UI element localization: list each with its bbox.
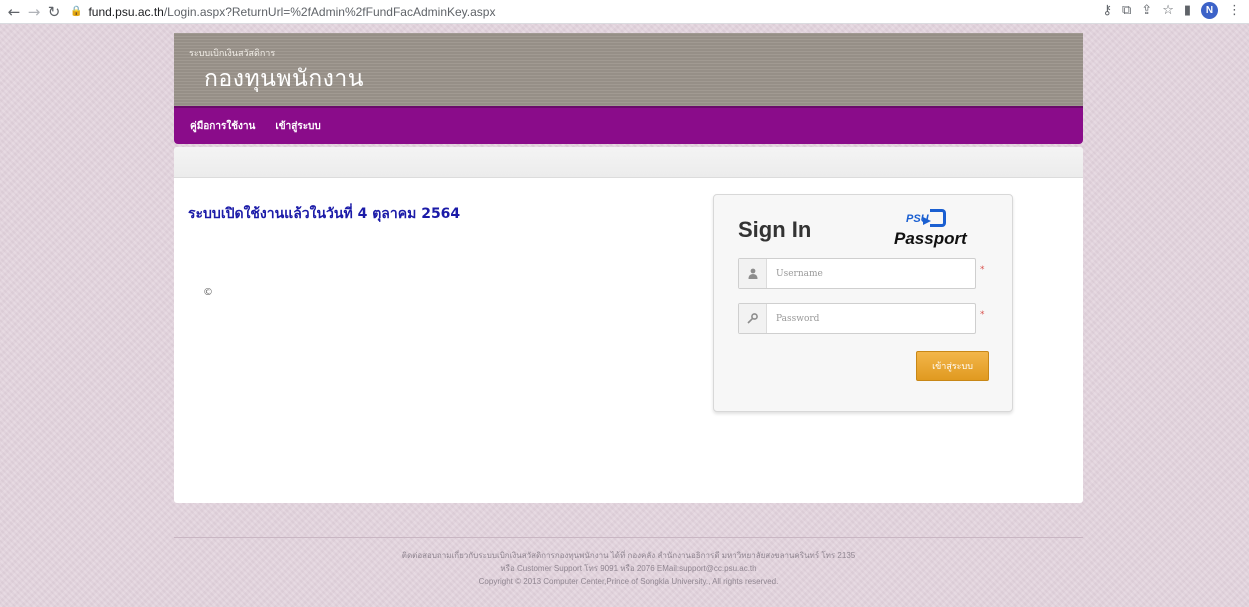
address-bar[interactable]: 🔒 fund.psu.ac.th/Login.aspx?ReturnUrl=%2…	[70, 2, 970, 22]
login-button[interactable]: เข้าสู่ระบบ	[916, 351, 989, 381]
password-input[interactable]	[767, 304, 975, 333]
password-field	[738, 303, 976, 334]
menu-item-manual[interactable]: คู่มือการใช้งาน	[190, 119, 255, 134]
copyright-symbol: ©	[203, 287, 213, 298]
sidepanel-icon[interactable]: ▮	[1184, 3, 1191, 18]
password-required-mark: *	[980, 310, 985, 320]
site-header: ระบบเบิกเงินสวัสดิการ กองทุนพนักงาน	[174, 33, 1083, 106]
more-vert-icon[interactable]: ⋮	[1228, 3, 1241, 18]
main-menu: คู่มือการใช้งาน เข้าสู่ระบบ	[174, 106, 1083, 144]
key-icon[interactable]: ⚷	[1102, 3, 1112, 18]
psu-passport-logo: PSU Passport	[892, 209, 976, 249]
share-icon[interactable]: ⇪	[1141, 3, 1152, 18]
url-path: /Login.aspx?ReturnUrl=%2fAdmin%2fFundFac…	[163, 4, 496, 19]
key-icon	[739, 304, 767, 333]
footer-copyright-line: Copyright © 2013 Computer Center,Prince …	[478, 577, 779, 586]
username-field	[738, 258, 976, 289]
browser-toolbar: ← → ↻ 🔒 fund.psu.ac.th/Login.aspx?Return…	[0, 0, 1249, 24]
translate-icon[interactable]: ⧉	[1122, 3, 1131, 18]
passport-logo-text: Passport	[894, 229, 967, 248]
reload-icon[interactable]: ↻	[44, 2, 64, 22]
star-icon[interactable]: ☆	[1162, 3, 1174, 18]
menu-item-login[interactable]: เข้าสู่ระบบ	[275, 119, 320, 134]
forward-arrow-icon[interactable]: →	[24, 2, 44, 22]
browser-actions: ⚷ ⧉ ⇪ ☆ ▮ N ⋮	[1102, 2, 1241, 19]
login-arrow-icon	[923, 209, 946, 227]
site-title: กองทุนพนักงาน	[204, 66, 365, 92]
content-strip	[174, 147, 1083, 178]
footer-contact-line: ติดต่อสอบถามเกี่ยวกับระบบเบิกเงินสวัสดิก…	[401, 551, 856, 560]
footer-support-line: หรือ Customer Support โทร 9091 หรือ 2076…	[500, 564, 757, 573]
url-host: fund.psu.ac.th	[88, 4, 164, 19]
username-required-mark: *	[980, 265, 985, 275]
browser-nav: ← → ↻	[4, 2, 64, 22]
signin-title: Sign In	[738, 217, 812, 242]
page-container: ระบบเบิกเงินสวัสดิการ กองทุนพนักงาน คู่ม…	[174, 33, 1083, 503]
signin-panel: Sign In PSU Passport * * เข้าสู่ระบบ	[713, 194, 1013, 412]
main-content: ระบบเปิดใช้งานแล้วในวันที่ 4 ตุลาคม 2564…	[174, 147, 1083, 503]
site-subtitle: ระบบเบิกเงินสวัสดิการ	[189, 49, 276, 59]
site-footer: ติดต่อสอบถามเกี่ยวกับระบบเบิกเงินสวัสดิก…	[174, 549, 1083, 588]
user-icon	[739, 259, 767, 288]
profile-avatar[interactable]: N	[1201, 2, 1218, 19]
back-arrow-icon[interactable]: ←	[4, 2, 24, 22]
lock-icon[interactable]: 🔒	[70, 6, 82, 17]
footer-divider	[174, 537, 1083, 538]
announcement-text: ระบบเปิดใช้งานแล้วในวันที่ 4 ตุลาคม 2564	[188, 206, 461, 222]
username-input[interactable]	[767, 259, 975, 288]
